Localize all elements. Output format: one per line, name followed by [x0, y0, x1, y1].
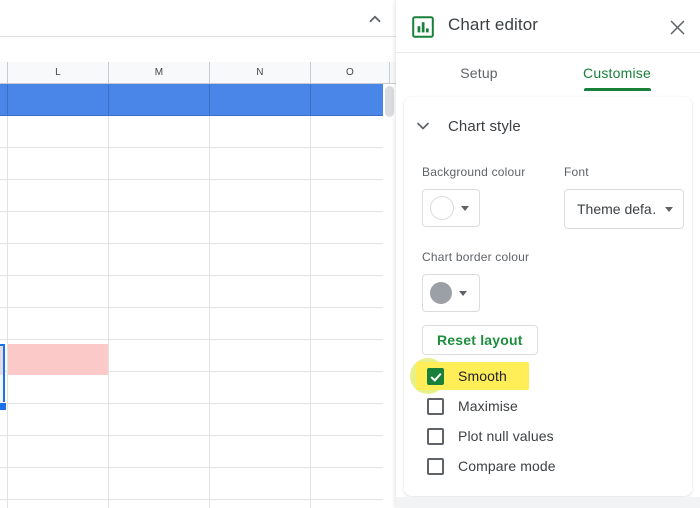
table-row[interactable]	[0, 436, 396, 468]
table-row[interactable]	[0, 212, 396, 244]
chart-border-colour-label: Chart border colour	[422, 250, 530, 264]
table-row[interactable]	[0, 372, 396, 404]
smooth-label: Smooth	[458, 368, 507, 384]
active-cell-selection[interactable]	[0, 344, 5, 407]
grid-column-divider	[7, 84, 8, 508]
table-row[interactable]	[0, 308, 396, 340]
panel-footer-area	[396, 497, 700, 508]
reset-layout-button[interactable]: Reset layout	[422, 325, 538, 355]
spreadsheet-toolbar	[0, 0, 396, 37]
spreadsheet-area: L M N O	[0, 0, 396, 508]
grid-column-divider	[108, 84, 109, 116]
filled-cell[interactable]	[8, 344, 108, 375]
table-row[interactable]	[0, 276, 396, 308]
caret-down-icon	[461, 205, 469, 211]
column-headers: L M N O	[0, 62, 396, 84]
grid-body[interactable]	[0, 84, 396, 508]
chart-style-section-title: Chart style	[448, 117, 521, 135]
background-colour-swatch-button[interactable]	[422, 189, 480, 227]
column-header-l[interactable]: L	[8, 62, 109, 83]
checkbox-row-maximise[interactable]: Maximise	[412, 392, 518, 420]
plot-null-values-checkbox[interactable]	[427, 427, 444, 445]
chart-style-section-header[interactable]: Chart style	[412, 115, 521, 137]
close-icon[interactable]	[664, 14, 690, 40]
grid-column-divider	[7, 84, 8, 116]
chart-border-colour-swatch	[430, 282, 452, 304]
background-colour-label: Background colour	[422, 165, 526, 179]
tab-customise[interactable]: Customise	[552, 53, 682, 93]
formula-bar[interactable]	[0, 37, 396, 63]
background-colour-swatch	[430, 196, 454, 220]
chevron-down-icon[interactable]	[412, 115, 434, 137]
column-header-o[interactable]: O	[311, 62, 390, 83]
chart-border-colour-swatch-button[interactable]	[422, 274, 480, 312]
bar-chart-icon	[412, 16, 434, 38]
grid-column-divider	[310, 84, 311, 116]
table-row[interactable]	[0, 404, 396, 436]
maximise-checkbox[interactable]	[427, 397, 444, 415]
vertical-scrollbar[interactable]	[383, 84, 396, 508]
chart-editor-header: Chart editor	[396, 0, 700, 53]
compare-mode-label: Compare mode	[458, 458, 556, 474]
caret-down-icon	[665, 206, 673, 212]
caret-down-icon	[459, 290, 467, 296]
checkbox-row-plot-null-values[interactable]: Plot null values	[412, 422, 554, 450]
checkbox-row-smooth[interactable]: Smooth	[412, 362, 507, 390]
grid-column-divider	[108, 84, 109, 508]
font-label: Font	[564, 165, 589, 179]
grid-column-divider	[310, 84, 311, 508]
table-row[interactable]	[0, 116, 396, 148]
chart-style-card: Chart style Background colour Font Theme…	[404, 97, 692, 496]
column-header-m[interactable]: M	[109, 62, 210, 83]
compare-mode-checkbox[interactable]	[427, 457, 444, 475]
vertical-scrollbar-thumb[interactable]	[385, 86, 394, 117]
chart-editor-tabs: Setup Customise	[396, 53, 700, 93]
chart-editor-panel: Chart editor Setup Customise Chart style…	[396, 0, 700, 508]
smooth-checkbox[interactable]	[427, 367, 444, 385]
font-select[interactable]: Theme defa…	[564, 189, 684, 229]
table-row[interactable]	[0, 180, 396, 212]
page-title: Chart editor	[448, 15, 539, 34]
column-header-n[interactable]: N	[210, 62, 311, 83]
maximise-label: Maximise	[458, 398, 518, 414]
font-select-value: Theme defa…	[577, 201, 657, 217]
grid-column-divider	[209, 84, 210, 116]
table-row[interactable]	[0, 244, 396, 276]
tab-setup[interactable]: Setup	[414, 53, 544, 93]
table-row[interactable]	[0, 84, 396, 116]
selection-fill-handle[interactable]	[0, 402, 7, 411]
table-row[interactable]	[0, 148, 396, 180]
plot-null-values-label: Plot null values	[458, 428, 554, 444]
select-all-corner[interactable]	[0, 62, 8, 83]
checkbox-row-compare-mode[interactable]: Compare mode	[412, 452, 556, 480]
table-row[interactable]	[0, 468, 396, 500]
chevron-up-icon[interactable]	[364, 8, 386, 30]
grid-column-divider	[209, 84, 210, 508]
active-tab-indicator	[584, 88, 651, 91]
